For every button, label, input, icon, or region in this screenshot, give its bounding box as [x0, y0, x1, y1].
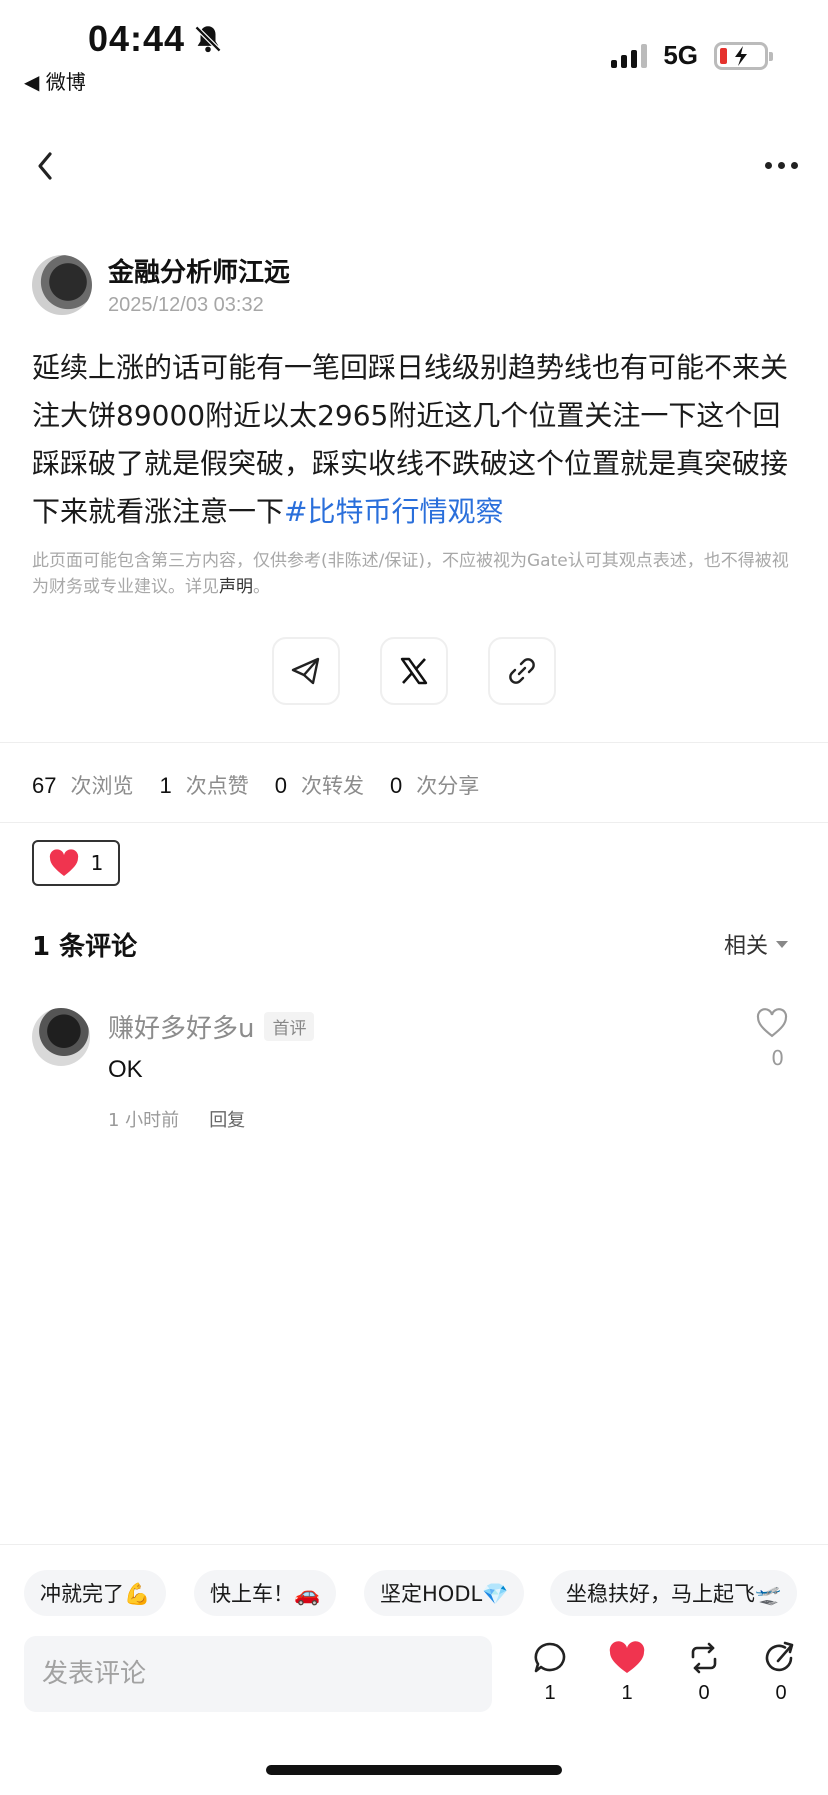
battery-icon [714, 41, 773, 70]
like-action-count: 1 [621, 1682, 633, 1704]
like-action-button[interactable]: 1 [602, 1640, 652, 1705]
repost-action-button[interactable]: 0 [679, 1640, 729, 1705]
status-time: 04:44 [88, 18, 186, 59]
link-icon [509, 658, 535, 684]
commenter-avatar[interactable] [32, 1008, 90, 1066]
divider [0, 742, 828, 743]
comment-like-count: 0 [771, 1046, 784, 1070]
quick-reply-chip[interactable]: 快上车！🚗 [194, 1570, 337, 1616]
quick-reply-chip[interactable]: 坐稳扶好，马上起飞🛫 [550, 1570, 798, 1616]
network-type: 5G [663, 40, 698, 70]
status-indicators: 5G [611, 40, 773, 71]
disclaimer-text: 此页面可能包含第三方内容，仅供参考(非陈述/保证)，不应被视为Gate认可其观点… [32, 551, 789, 597]
divider [0, 822, 828, 823]
comment-header: 赚好多好多u 首评 [108, 1008, 315, 1045]
comment-bubble-icon [534, 1642, 566, 1673]
likes-label: 次点赞 [185, 774, 249, 798]
sort-label: 相关 [723, 934, 768, 959]
post-like-count: 1 [90, 851, 104, 875]
repost-action-count: 0 [698, 1682, 710, 1704]
comment-time: 1 小时前 [108, 1110, 180, 1131]
home-indicator[interactable] [266, 1765, 562, 1775]
back-arrow-icon[interactable] [32, 148, 58, 184]
share-arrow-icon [765, 1641, 794, 1672]
heart-filled-icon [609, 1641, 645, 1673]
disclaimer: 此页面可能包含第三方内容，仅供参考(非陈述/保证)，不应被视为Gate认可其观点… [32, 548, 792, 600]
heart-icon [49, 849, 78, 876]
mute-bell-icon [194, 25, 222, 53]
share-action-count: 0 [775, 1682, 787, 1704]
repost-icon [691, 1642, 717, 1674]
post-like-button[interactable]: 1 [32, 840, 120, 886]
reposts-label: 次转发 [300, 774, 364, 798]
divider [0, 1544, 828, 1545]
share-x-button[interactable] [380, 637, 448, 705]
author-avatar[interactable] [32, 255, 92, 315]
more-options-icon[interactable] [765, 162, 798, 169]
post-stats: 67 次浏览 1 次点赞 0 次转发 0 次分享 [32, 770, 491, 800]
post-body: 延续上涨的话可能有一笔回踩日线级别趋势线也有可能不来关注大饼89000附近以太2… [32, 344, 802, 536]
telegram-icon [291, 657, 320, 685]
copy-link-button[interactable] [488, 637, 556, 705]
disclaimer-end: 。 [253, 577, 270, 597]
signal-icon [611, 43, 648, 68]
views-count: 67 [32, 773, 57, 798]
reply-button[interactable]: 回复 [209, 1106, 245, 1132]
likes-count: 1 [159, 773, 172, 798]
commenter-name[interactable]: 赚好多好多u [108, 1008, 254, 1045]
comment-action-count: 1 [544, 1682, 556, 1704]
shares-label: 次分享 [416, 774, 480, 798]
share-action-button[interactable]: 0 [756, 1640, 806, 1705]
share-telegram-button[interactable] [272, 637, 340, 705]
shares-count: 0 [389, 773, 403, 798]
disclaimer-link[interactable]: 声明 [219, 577, 253, 597]
quick-reply-chip[interactable]: 坚定HODL💎 [364, 1570, 525, 1616]
chevron-down-icon [776, 940, 788, 948]
x-logo-icon [400, 657, 428, 685]
comment-text: OK [108, 1056, 143, 1083]
comment-input[interactable] [24, 1636, 492, 1712]
comment-meta: 1 小时前 回复 [108, 1106, 245, 1132]
author-name[interactable]: 金融分析师江远 [108, 252, 290, 289]
comment-like-heart-icon[interactable] [752, 1008, 792, 1038]
comments-sort-dropdown[interactable]: 相关 [724, 928, 788, 960]
comment-action-button[interactable]: 1 [525, 1640, 575, 1705]
post-hashtag[interactable]: #比特币行情观察 [284, 495, 503, 528]
first-comment-badge: 首评 [264, 1012, 315, 1041]
reposts-count: 0 [274, 773, 287, 798]
comments-title: 1 条评论 [32, 932, 138, 962]
views-label: 次浏览 [70, 774, 134, 798]
back-to-app-link[interactable]: ◀ 微博 [24, 66, 86, 95]
quick-reply-chip[interactable]: 冲就完了💪 [24, 1570, 167, 1616]
post-timestamp: 2025/12/03 03:32 [108, 294, 264, 316]
